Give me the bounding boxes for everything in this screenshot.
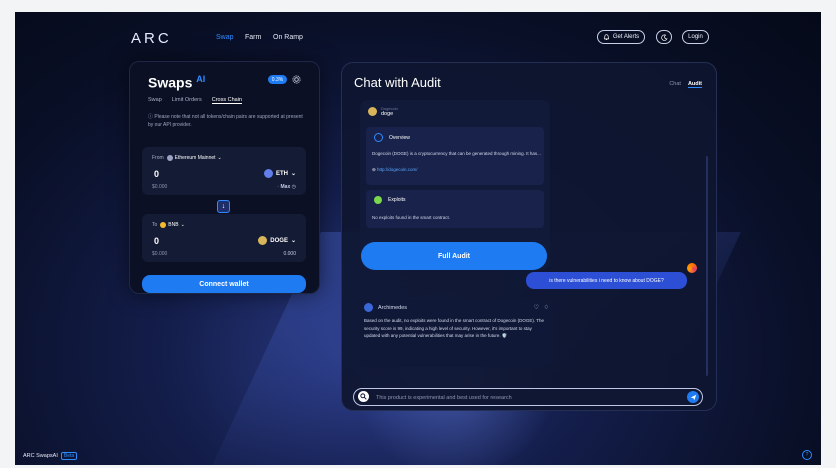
search-icon [358, 391, 369, 402]
eth-token-icon [263, 169, 273, 178]
audit-token-header: Dogecoin doge [368, 106, 398, 117]
tab-swap[interactable]: Swap [148, 97, 162, 104]
slippage-badge[interactable]: 0.3% [268, 75, 287, 84]
overview-section: Overview Dogecoin (DOGE) is a cryptocurr… [366, 127, 544, 185]
to-token-select[interactable]: DOGE ⌄ [258, 236, 296, 245]
bnb-network-icon [160, 222, 167, 228]
to-label: To [152, 222, 158, 228]
overview-link[interactable]: http://dogecoin.com/ [377, 167, 418, 172]
arc-logo[interactable]: ARC [131, 30, 172, 47]
send-icon [690, 394, 696, 400]
ethereum-network-icon [166, 155, 173, 161]
get-alerts-label: Get Alerts [612, 34, 640, 40]
from-token-symbol: ETH [275, 170, 288, 177]
overview-title-row: Overview [374, 133, 410, 142]
thumbs-up-icon[interactable]: ♡ [534, 304, 539, 311]
thumbs-down-icon[interactable]: ♢ [544, 304, 549, 311]
from-usd-value: $0.000 [152, 184, 168, 190]
nav-farm-link[interactable]: Farm [245, 34, 261, 41]
bot-name: Archimedes [378, 305, 408, 311]
to-network-name: BNB [168, 222, 179, 228]
swap-title: Swaps AI [148, 74, 205, 91]
footer-brand-text: ARC SwapsAI [23, 453, 58, 459]
nav-swap-link[interactable]: Swap [216, 34, 234, 41]
exploits-title-row: Exploits [374, 196, 406, 204]
send-button[interactable] [687, 391, 699, 403]
from-amount-input[interactable] [152, 167, 236, 181]
archimedes-avatar-icon [364, 303, 373, 312]
to-token-symbol: DOGE [270, 237, 288, 244]
theme-toggle-button[interactable] [656, 30, 672, 44]
swap-title-ai: AI [196, 74, 206, 84]
user-avatar [687, 263, 697, 273]
user-message: is there vulnerabilities i need to know … [526, 272, 687, 289]
exploits-title: Exploits [388, 197, 406, 203]
full-audit-button[interactable]: Full Audit [361, 242, 547, 270]
exploits-text: No exploits found in the smart contract. [372, 215, 451, 220]
to-amount-input[interactable] [152, 234, 236, 248]
chevron-down-icon: ⌄ [290, 238, 296, 244]
to-label-row: To BNB ⌄ [152, 222, 185, 228]
swap-panel: Swaps AI 0.3% Swap Limit Orders Cross Ch… [129, 61, 320, 294]
chevron-down-icon: ⌄ [290, 171, 296, 177]
doge-token-icon [368, 107, 377, 116]
from-network-select[interactable]: Ethereum Mainnet ⌄ [166, 155, 222, 161]
help-icon[interactable]: ? [802, 450, 812, 460]
chat-input-box [353, 388, 703, 406]
swap-tabs: Swap Limit Orders Cross Chain [148, 97, 242, 104]
from-box: From Ethereum Mainnet ⌄ $0.000 ETH ⌄ ◦ M… [142, 147, 306, 195]
to-balance: 0.000 [283, 251, 296, 257]
token-name: doge [381, 111, 394, 117]
tab-limit-orders[interactable]: Limit Orders [172, 97, 202, 104]
clock-icon: ◷ [291, 184, 296, 190]
top-nav: ARC Swap Farm On Ramp Get Alerts Login [15, 12, 821, 62]
chat-title: Chat with Audit [354, 75, 441, 90]
from-label: From [152, 155, 164, 161]
provider-note: ⓘ Please note that not all tokens/chain … [148, 113, 308, 129]
swap-direction-button[interactable]: ↓ [217, 200, 230, 213]
chat-input[interactable] [374, 392, 678, 404]
doge-token-icon [258, 236, 268, 245]
max-control[interactable]: ◦ Max ◷ [277, 184, 296, 190]
footer-brand: ARC SwapsAI Beta [23, 452, 78, 460]
app-frame: ARC Swap Farm On Ramp Get Alerts Login S… [15, 12, 821, 465]
tab-chat[interactable]: Chat [669, 81, 681, 88]
bell-icon [603, 33, 609, 40]
tab-cross-chain[interactable]: Cross Chain [211, 97, 242, 104]
arrow-down-icon: ↓ [221, 203, 226, 210]
chat-tabs: Chat Audit [669, 81, 702, 88]
max-button[interactable]: Max [281, 184, 291, 190]
to-usd-value: $0.000 [152, 251, 168, 257]
from-network-name: Ethereum Mainnet [174, 155, 216, 161]
from-token-select[interactable]: ETH ⌄ [263, 169, 296, 178]
login-button[interactable]: Login [682, 30, 709, 44]
chevron-down-icon: ⌄ [217, 155, 222, 161]
tab-audit[interactable]: Audit [687, 81, 702, 88]
moon-icon [660, 33, 668, 41]
bot-message: Archimedes ♡ ♢ Based on the audit, no ex… [360, 300, 553, 367]
get-alerts-button[interactable]: Get Alerts [597, 30, 645, 44]
beta-badge: Beta [60, 452, 78, 460]
chat-panel: Chat with Audit Chat Audit Dogecoin doge… [341, 62, 717, 411]
from-label-row: From Ethereum Mainnet ⌄ [152, 155, 222, 161]
provider-note-text: Please note that not all tokens/chain pa… [148, 114, 303, 128]
connect-wallet-button[interactable]: Connect wallet [142, 275, 306, 293]
to-box: To BNB ⌄ $0.000 DOGE ⌄ 0.000 [142, 214, 306, 262]
overview-title: Overview [389, 134, 410, 141]
bot-message-text: Based on the audit, no exploits were fou… [364, 318, 545, 338]
nav-on-ramp-link[interactable]: On Ramp [273, 34, 303, 41]
to-network-select[interactable]: BNB ⌄ [160, 222, 185, 228]
check-icon [374, 196, 382, 204]
overview-icon [374, 133, 383, 142]
exploits-section: Exploits No exploits found in the smart … [366, 190, 544, 228]
chevron-down-icon: ⌄ [180, 222, 185, 228]
settings-gear-icon[interactable] [292, 75, 301, 84]
overview-text: Dogecoin (DOGE) is a cryptocurrency that… [372, 151, 541, 156]
overview-link-row[interactable]: ⊖ http://dogecoin.com/ [372, 166, 542, 173]
swap-title-text: Swaps [148, 74, 193, 91]
chat-scrollbar[interactable] [706, 156, 708, 376]
